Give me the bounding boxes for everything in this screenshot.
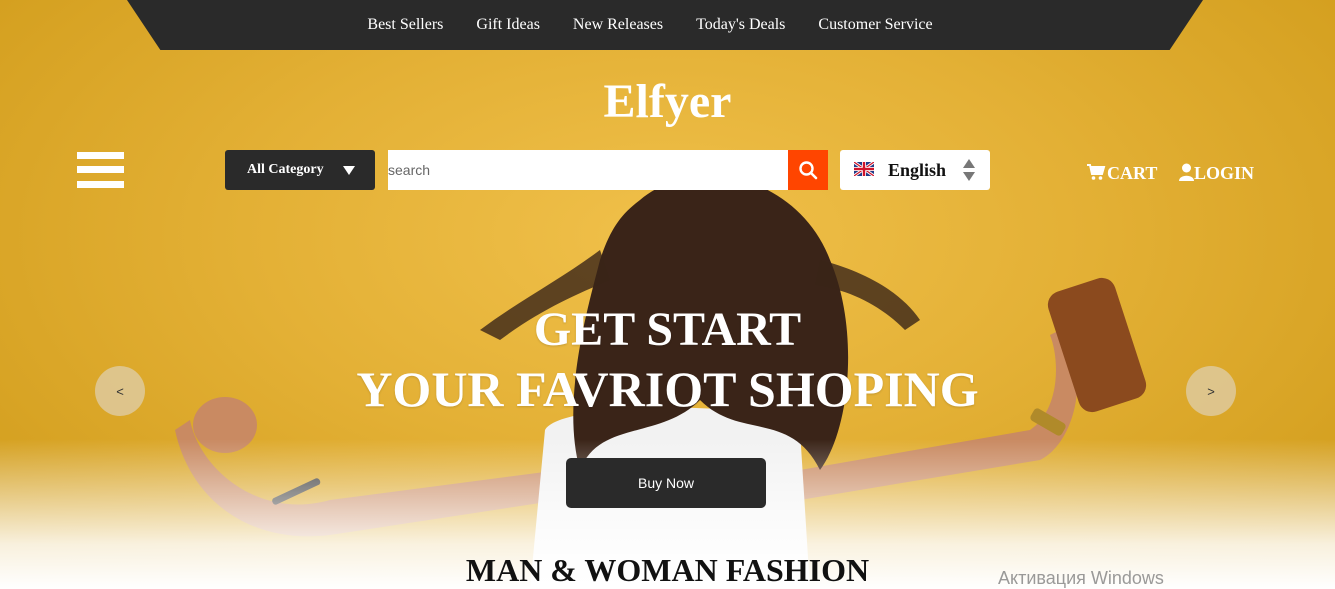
up-down-arrows-icon [963,159,975,181]
nav-link-customer-service[interactable]: Customer Service [818,16,932,34]
category-dropdown[interactable]: All Category [225,150,375,190]
login-link[interactable]: LOGIN [1179,163,1254,184]
language-dropdown[interactable]: English [840,150,990,190]
search-input[interactable] [388,150,788,190]
caret-down-icon [343,166,355,175]
hamburger-bar [77,152,124,159]
nav-link-new-releases[interactable]: New Releases [573,16,663,34]
top-navigation: Best Sellers Gift Ideas New Releases Tod… [127,0,1203,50]
uk-flag-icon [854,162,874,176]
hamburger-icon[interactable] [77,152,124,188]
slider-prev-button[interactable]: < [95,366,145,416]
search-button[interactable] [788,150,828,190]
nav-link-gift-ideas[interactable]: Gift Ideas [476,16,540,34]
search-icon [799,161,818,180]
language-label: English [888,160,947,180]
nav-link-todays-deals[interactable]: Today's Deals [696,16,785,34]
cart-label: CART [1107,163,1158,183]
cart-icon [1087,164,1106,180]
hero-headline-line2: YOUR FAVRIOT SHOPING [356,361,979,417]
login-label: LOGIN [1194,163,1255,183]
cart-link[interactable]: CART [1086,163,1157,184]
nav-link-best-sellers[interactable]: Best Sellers [367,16,443,34]
slider-next-button[interactable]: > [1186,366,1236,416]
user-icon [1179,163,1194,181]
hamburger-bar [77,166,124,173]
buy-now-button[interactable]: Buy Now [566,458,766,508]
category-dropdown-label: All Category [247,162,324,177]
os-activation-watermark: Активация Windows [998,568,1164,588]
brand-logo[interactable]: Elfyer [0,74,1335,129]
hero-headline-line1: GET START [533,303,802,356]
hamburger-bar [77,181,124,188]
